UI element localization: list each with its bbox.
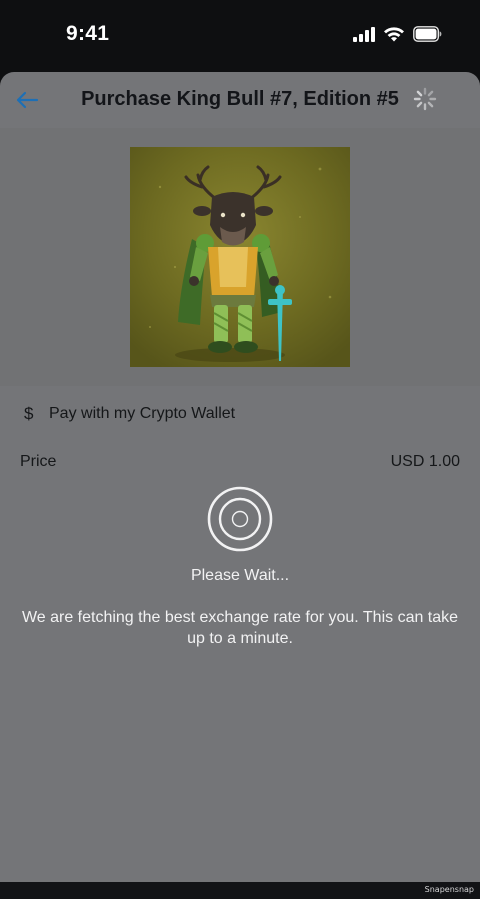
wifi-icon	[384, 27, 404, 42]
status-icons	[353, 26, 442, 42]
loading-message: We are fetching the best exchange rate f…	[21, 609, 459, 647]
pay-with-crypto-wallet-option[interactable]: $ Pay with my Crypto Wallet	[0, 386, 480, 442]
payment-method-label: Pay with my Crypto Wallet	[49, 405, 236, 422]
loading-title: Please Wait...	[190, 567, 290, 584]
status-time: 9:41	[66, 22, 110, 45]
page-title: Purchase King Bull #7, Edition #5	[81, 88, 399, 110]
price-value: USD 1.00	[390, 453, 460, 470]
bottom-strip: Snapensnap	[0, 882, 480, 899]
purchase-sheet: Purchase King Bull #7, Edition #5 $ Pay …	[0, 72, 480, 882]
watermark: Snapensnap	[424, 885, 474, 894]
sheet-header: Purchase King Bull #7, Edition #5	[0, 72, 480, 128]
price-label: Price	[20, 453, 57, 470]
battery-icon	[413, 26, 442, 42]
dollar-icon: $	[24, 404, 34, 423]
bull-warrior-nft-image	[130, 147, 350, 367]
circular-loading-icon	[207, 486, 273, 552]
loading-spinner-icon	[413, 87, 437, 111]
signal-icon	[353, 26, 375, 42]
artwork-area	[0, 128, 480, 386]
status-bar: 9:41	[0, 0, 480, 70]
